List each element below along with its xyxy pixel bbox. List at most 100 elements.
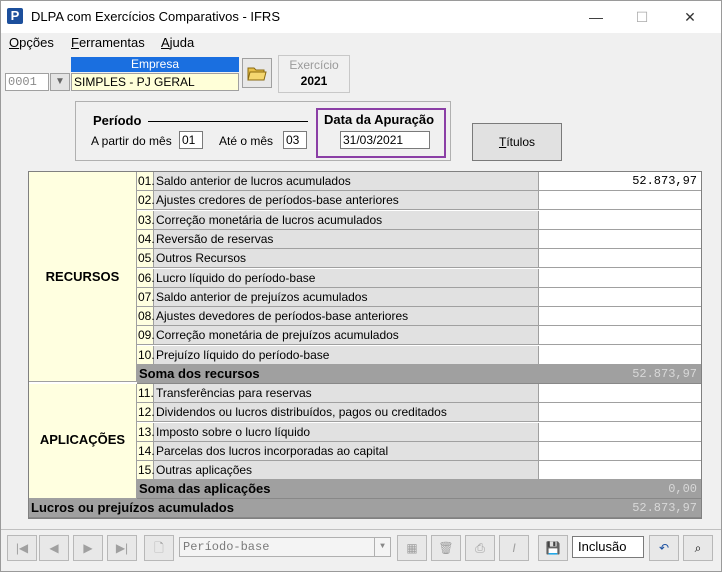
row-number: 08. xyxy=(137,307,155,327)
data-apuracao-title: Data da Apuração xyxy=(324,112,435,127)
menu-ajuda[interactable]: Ajuda xyxy=(161,35,194,50)
row-value-input[interactable] xyxy=(539,422,701,442)
table-row: 07. Saldo anterior de prejuízos acumulado… xyxy=(137,287,701,307)
open-folder-button[interactable] xyxy=(242,58,272,88)
soma-recursos-row: Soma dos recursos 52.873,97 xyxy=(137,365,701,384)
exercicio-value: 2021 xyxy=(300,74,328,88)
table-row: 06. Lucro líquido do período-base xyxy=(137,268,701,288)
data-apuracao-input[interactable]: 31/03/2021 xyxy=(340,131,430,149)
row-description: Saldo anterior de lucros acumulados xyxy=(154,172,539,191)
maximize-button[interactable]: ☐ xyxy=(619,1,665,33)
italic-button[interactable]: I xyxy=(499,535,529,561)
row-value-input[interactable] xyxy=(539,229,701,249)
undo-button[interactable]: ↶ xyxy=(649,535,679,561)
menu-ajuda-accel: A xyxy=(161,35,170,50)
empresa-header: Empresa xyxy=(71,57,239,72)
trash-icon: 🗑 xyxy=(438,541,454,555)
row-value-input[interactable]: 52.873,97 xyxy=(539,172,701,191)
next-record-icon: ▶ xyxy=(83,541,93,555)
next-record-button[interactable]: ▶ xyxy=(73,535,103,561)
mes-fim-input[interactable]: 03 xyxy=(283,131,307,149)
row-number: 06. xyxy=(137,268,155,288)
exercicio-panel: Exercício 2021 xyxy=(278,55,350,93)
row-value-input[interactable] xyxy=(539,326,701,346)
calculator-button[interactable]: ▦ xyxy=(397,535,427,561)
print-button[interactable]: ⎙ xyxy=(465,535,495,561)
last-record-button[interactable]: ▶| xyxy=(107,535,137,561)
delete-button[interactable]: 🗑 xyxy=(431,535,461,561)
calculator-icon: ▦ xyxy=(406,541,418,555)
mes-inicio-label: A partir do mês xyxy=(91,134,172,148)
title-bar: P DLPA com Exercícios Comparativos - IFR… xyxy=(1,1,721,33)
row-value-input[interactable] xyxy=(539,403,701,423)
document-icon: 🗋 xyxy=(154,541,164,555)
row-description: Outras aplicações xyxy=(154,461,539,481)
first-record-button[interactable]: |◀ xyxy=(7,535,37,561)
row-value-input[interactable] xyxy=(539,210,701,230)
row-value-input[interactable] xyxy=(539,461,701,481)
lucros-acumulados-value: 52.873,97 xyxy=(632,501,697,515)
row-number: 13. xyxy=(137,422,155,442)
row-description: Dividendos ou lucros distribuídos, pagos… xyxy=(154,403,539,423)
menu-opcoes[interactable]: Opções xyxy=(9,35,54,50)
application-window: P DLPA com Exercícios Comparativos - IFR… xyxy=(0,0,722,572)
exercicio-label: Exercício xyxy=(289,58,339,72)
row-number: 10. xyxy=(137,345,155,365)
titulos-button[interactable]: Títulos xyxy=(472,123,562,161)
new-document-button[interactable]: 🗋 xyxy=(144,535,174,561)
row-description: Imposto sobre o lucro líquido xyxy=(154,422,539,442)
row-value-input[interactable] xyxy=(539,441,701,461)
soma-recursos-label: Soma dos recursos xyxy=(139,366,260,381)
table-row: 01. Saldo anterior de lucros acumulados 52… xyxy=(137,172,701,191)
mes-inicio-input[interactable]: 01 xyxy=(179,131,203,149)
floppy-disk-icon: 💾 xyxy=(545,541,561,555)
menu-opcoes-label: pções xyxy=(19,35,54,50)
minimize-button[interactable]: — xyxy=(573,1,619,33)
row-description: Saldo anterior de prejuízos acumulados xyxy=(154,287,539,307)
table-row: 15. Outras aplicações xyxy=(137,461,701,481)
menu-ferramentas[interactable]: Ferramentas xyxy=(71,35,145,50)
table-row: 08. Ajustes devedores de períodos-base an… xyxy=(137,307,701,327)
find-button[interactable]: ⌕ xyxy=(683,535,713,561)
row-number: 04. xyxy=(137,229,155,249)
row-description: Parcelas dos lucros incorporadas ao capi… xyxy=(154,441,539,461)
empresa-lookup-button[interactable]: ▼ xyxy=(50,73,70,91)
row-value-input[interactable] xyxy=(539,249,701,269)
printer-icon: ⎙ xyxy=(475,541,485,555)
close-button[interactable]: ✕ xyxy=(667,1,713,33)
soma-aplicacoes-row: Soma das aplicações 0,00 xyxy=(137,480,701,499)
soma-recursos-value: 52.873,97 xyxy=(632,367,697,381)
titulos-label: ítulos xyxy=(506,135,536,149)
row-value-input[interactable] xyxy=(539,384,701,403)
previous-record-button[interactable]: ◀ xyxy=(39,535,69,561)
row-description: Transferências para reservas xyxy=(154,384,539,403)
table-row: 09. Correção monetária de prejuízos acumu… xyxy=(137,326,701,346)
row-value-input[interactable] xyxy=(539,191,701,211)
row-description: Ajustes devedores de períodos-base anter… xyxy=(154,307,539,327)
row-value-input[interactable] xyxy=(539,287,701,307)
lucros-acumulados-row: Lucros ou prejuízos acumulados 52.873,97 xyxy=(29,499,701,518)
app-logo-icon: P xyxy=(7,8,23,24)
table-row: 10. Prejuízo líquido do período-base xyxy=(137,345,701,365)
binoculars-icon: ⌕ xyxy=(694,541,702,555)
empresa-code-input[interactable]: 0001 xyxy=(5,73,49,91)
last-record-icon: ▶| xyxy=(115,541,129,555)
row-value-input[interactable] xyxy=(539,307,701,327)
row-value-input[interactable] xyxy=(539,345,701,365)
row-number: 12. xyxy=(137,403,155,423)
mode-indicator: Inclusão xyxy=(572,536,644,558)
window-title: DLPA com Exercícios Comparativos - IFRS xyxy=(31,9,280,24)
chevron-down-icon: ▼ xyxy=(374,538,390,556)
recursos-group-label: RECURSOS xyxy=(29,172,137,382)
soma-aplicacoes-value: 0,00 xyxy=(668,482,697,496)
row-number: 07. xyxy=(137,287,155,307)
aplicacoes-group-label: APLICAÇÕES xyxy=(29,384,137,499)
mes-fim-label: Até o mês xyxy=(219,134,274,148)
menu-ferramentas-label: erramentas xyxy=(78,35,145,50)
row-description: Correção monetária de lucros acumulados xyxy=(154,210,539,230)
filter-select[interactable]: Período-base ▼ xyxy=(179,537,391,557)
table-row: 11. Transferências para reservas xyxy=(137,384,701,403)
save-button[interactable]: 💾 xyxy=(538,535,568,561)
row-value-input[interactable] xyxy=(539,268,701,288)
table-row: 05. Outros Recursos xyxy=(137,249,701,269)
